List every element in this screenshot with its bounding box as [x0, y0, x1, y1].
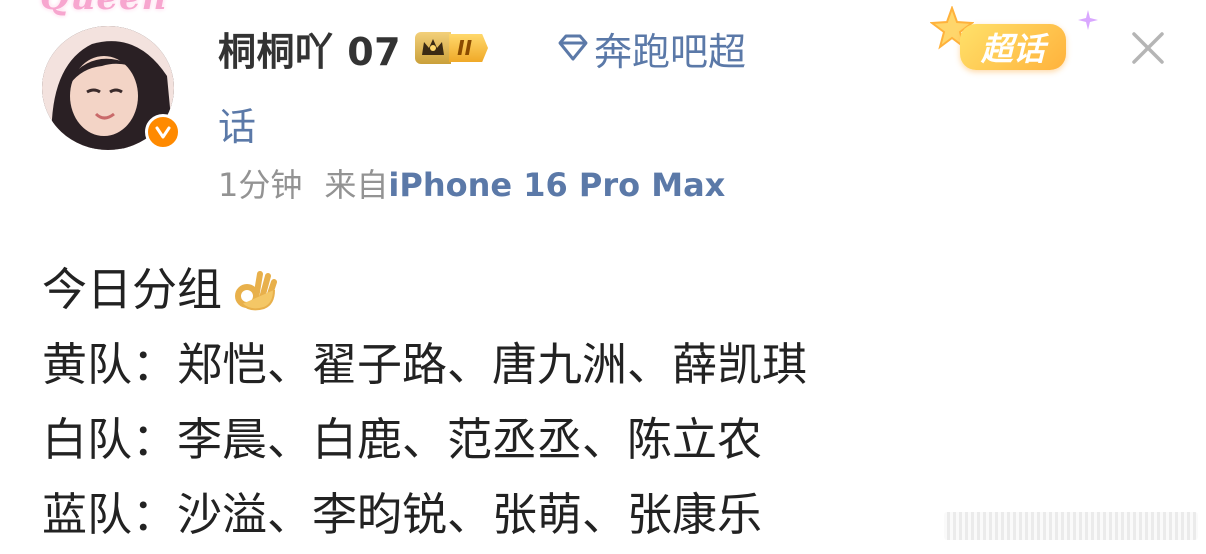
supertopic-icon: 超话	[960, 24, 1066, 70]
sparkle-icon	[1078, 10, 1098, 30]
watermark-bar	[944, 512, 1198, 540]
avatar-container[interactable]: Queen	[32, 0, 182, 160]
level-badge[interactable]: II	[415, 30, 489, 66]
username-link[interactable]: 桐桐吖 07	[218, 21, 401, 76]
topic-text-wrap[interactable]: 话	[218, 96, 256, 151]
post-meta: 1分钟 来自iPhone 16 Pro Max	[218, 160, 725, 206]
topic-text: 奔跑吧超	[594, 29, 747, 74]
level-number: II	[449, 34, 489, 62]
post-content: 今日分组 黄队：郑恺、翟子路、唐九洲、薛凯琪 白队：李晨、白鹿、范丞丞、陈立农 …	[42, 252, 1142, 552]
topic-link[interactable]: 奔跑吧超	[556, 22, 746, 74]
crown-icon	[415, 32, 452, 64]
post-line-yellow-team: 黄队：郑恺、翟子路、唐九洲、薛凯琪	[42, 337, 808, 391]
supertopic-button[interactable]: 超话	[930, 6, 1100, 86]
post-line-title: 今日分组	[42, 252, 1142, 327]
verified-icon	[145, 114, 181, 150]
post-line-white-team: 白队：李晨、白鹿、范丞丞、陈立农	[42, 412, 763, 466]
avatar-frame-text: Queen	[40, 0, 167, 18]
diamond-icon	[558, 34, 588, 61]
ok-hand-emoji	[235, 270, 278, 310]
device-name: iPhone 16 Pro Max	[388, 166, 726, 204]
source-prefix: 来自	[324, 166, 389, 204]
close-icon[interactable]	[1130, 30, 1166, 66]
post-source: 来自iPhone 16 Pro Max	[324, 160, 725, 206]
post-line-text: 今日分组	[42, 262, 223, 316]
author-line: 桐桐吖 07 II	[218, 21, 489, 76]
post-time: 1分钟	[218, 166, 303, 204]
